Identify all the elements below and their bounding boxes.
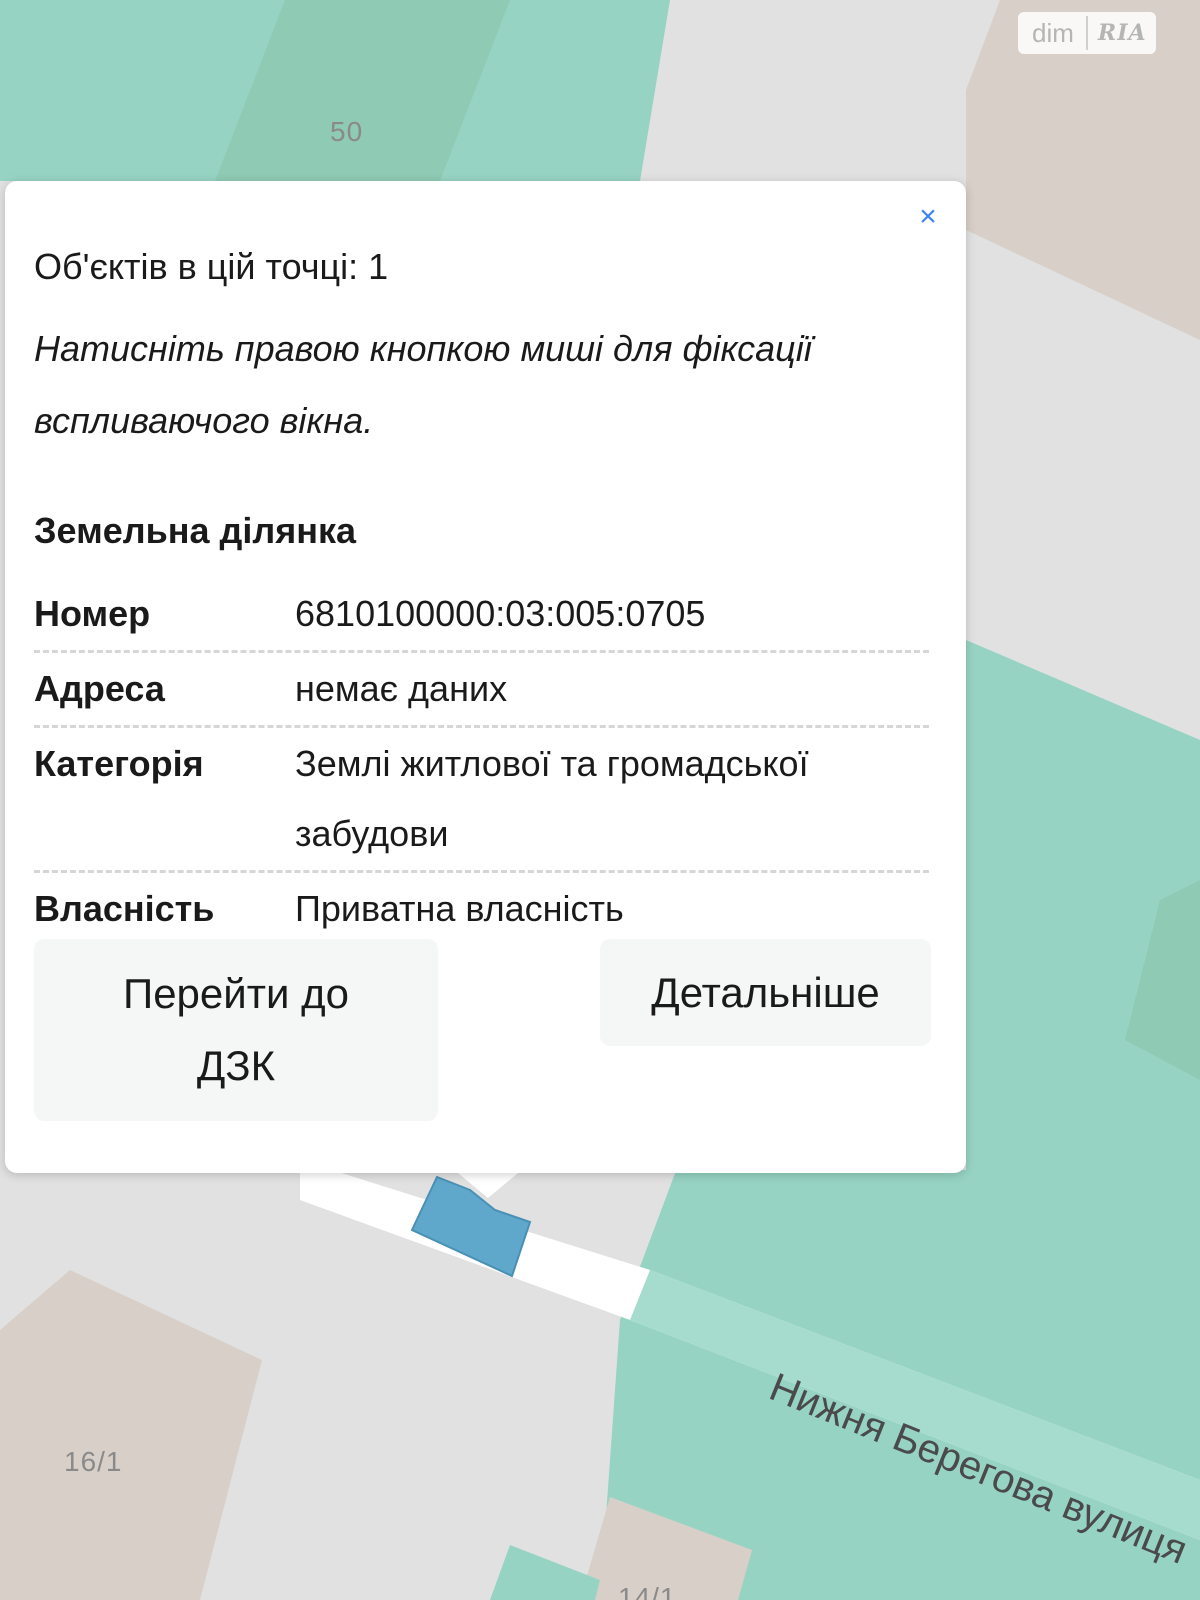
parcel-info-table: Номер 6810100000:03:005:0705 Адреса нема… <box>34 578 929 945</box>
parcel-green-bottom[interactable] <box>490 1545 600 1600</box>
brand-logo: dim RIA <box>1018 12 1156 54</box>
info-row-ownership: Власність Приватна власність <box>34 873 929 945</box>
section-title: Земельна ділянка <box>34 510 357 551</box>
details-label: Детальніше <box>651 968 880 1016</box>
close-icon[interactable]: × <box>910 199 946 235</box>
details-button[interactable]: Детальніше <box>600 939 931 1046</box>
info-value: Приватна власність <box>295 888 624 929</box>
info-row-number: Номер 6810100000:03:005:0705 <box>34 578 929 653</box>
info-value: Землі житлової та громадської забудови <box>295 743 809 854</box>
brand-dim-text: dim <box>1018 16 1088 50</box>
popup-hint: Натисніть правою кнопкою миші для фіксац… <box>34 328 812 441</box>
info-key: Категорія <box>34 743 204 784</box>
info-key: Власність <box>34 888 215 929</box>
go-to-dzk-button[interactable]: Перейти до ДЗК <box>34 939 438 1121</box>
map-canvas[interactable]: 50 16/1 14/1 Нижня Берегова вулиця dim R… <box>0 0 1200 1600</box>
objects-count: Об'єктів в цій точці: 1 <box>34 246 389 287</box>
parcel-beige-16-1[interactable] <box>0 1270 262 1600</box>
info-row-category: Категорія Землі житлової та громадської … <box>34 728 929 873</box>
info-key: Адреса <box>34 668 165 709</box>
info-key: Номер <box>34 593 151 634</box>
info-row-address: Адреса немає даних <box>34 653 929 728</box>
info-value: 6810100000:03:005:0705 <box>295 593 706 634</box>
info-value: немає даних <box>295 668 508 709</box>
parcel-label-16-1: 16/1 <box>64 1446 123 1477</box>
parcel-label-14-1: 14/1 <box>618 1582 677 1600</box>
parcel-label-50: 50 <box>330 116 364 147</box>
brand-ria-text: RIA <box>1097 20 1147 46</box>
go-to-dzk-label: Перейти до ДЗК <box>123 970 349 1089</box>
